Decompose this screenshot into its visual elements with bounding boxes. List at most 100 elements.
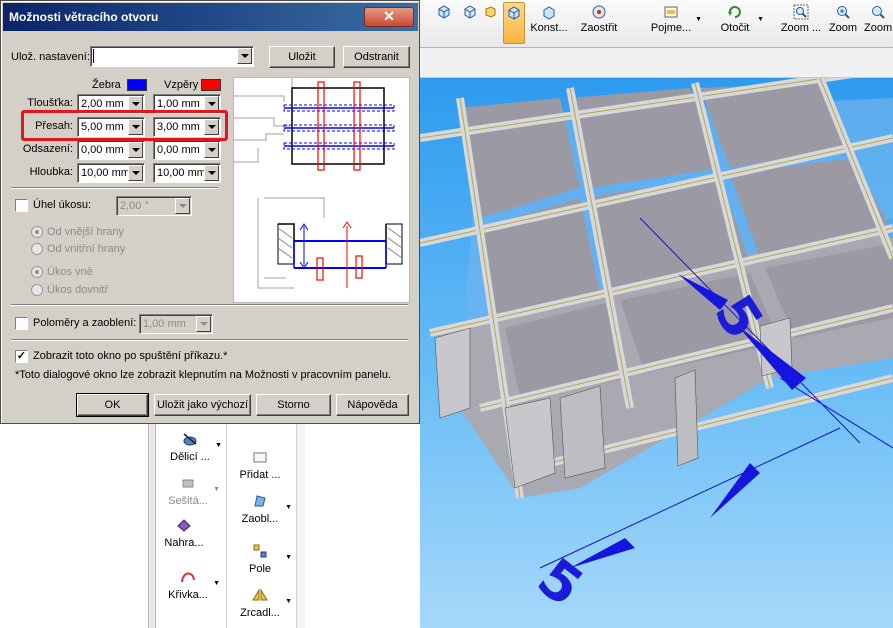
- panel-edge: [296, 424, 305, 628]
- radii-label: Poloměry a zaoblení:: [33, 317, 137, 329]
- cancel-button[interactable]: Storno: [256, 394, 331, 416]
- draft-in-label: Úkos dovnitř: [47, 284, 109, 296]
- depth-struts-combo[interactable]: 10,00 mm: [153, 163, 221, 183]
- 3d-viewport[interactable]: 5 5: [420, 78, 893, 628]
- construction-label: Konst...: [530, 22, 568, 34]
- focus-button[interactable]: Zaostřit: [578, 2, 620, 44]
- chevron-down-icon[interactable]: ▼: [757, 16, 764, 23]
- name-view-button[interactable]: Pojme... ▼: [650, 2, 702, 44]
- draft-from-outer-radio[interactable]: [31, 226, 43, 238]
- ribs-header: Žebra: [92, 79, 121, 91]
- view-cube-button-2[interactable]: [458, 2, 482, 44]
- draft-angle-combo[interactable]: 2,00 °: [116, 196, 192, 216]
- chevron-down-icon[interactable]: [204, 165, 219, 181]
- radii-checkbox[interactable]: [15, 317, 28, 330]
- mirror-tool[interactable]: Zrcadl... ▼: [230, 586, 292, 619]
- zoom-fit-button[interactable]: Zoom: [864, 2, 892, 44]
- draft-angle-label: Úhel úkosu:: [33, 199, 92, 211]
- separator: [11, 339, 408, 341]
- curve-tool[interactable]: Křivka... ▼: [158, 568, 220, 601]
- mirror-label: Zrcadl...: [240, 607, 280, 619]
- mirror-icon: [252, 588, 268, 601]
- focus-label: Zaostřit: [580, 22, 618, 34]
- checkmark-icon: ✓: [16, 350, 27, 362]
- view-cube-button-1[interactable]: [432, 2, 456, 44]
- struts-color-swatch: [201, 79, 221, 91]
- chevron-down-icon[interactable]: [128, 142, 143, 158]
- replace-tool[interactable]: Nahra...: [154, 516, 214, 549]
- thickness-label: Tloušťka:: [27, 97, 73, 109]
- chevron-down-icon[interactable]: ▼: [213, 580, 220, 587]
- draft-angle-checkbox[interactable]: [15, 199, 28, 212]
- construction-button[interactable]: Konst...: [528, 2, 570, 44]
- zoom-window-label: Zoom ...: [780, 22, 822, 34]
- chevron-down-icon[interactable]: ▼: [285, 504, 292, 511]
- radii-combo[interactable]: 1,00 mm: [139, 314, 213, 334]
- draft-from-inner-radio[interactable]: [31, 243, 43, 255]
- offset-ribs-value: 0,00 mm: [81, 144, 124, 156]
- offset-ribs-combo[interactable]: 0,00 mm: [77, 140, 145, 160]
- remove-button[interactable]: Odstranit: [343, 46, 410, 68]
- zoom-button[interactable]: Zoom: [826, 2, 860, 44]
- grille-model: 5 5: [420, 78, 893, 619]
- zoom-window-icon: [793, 4, 809, 20]
- offset-struts-combo[interactable]: 0,00 mm: [153, 140, 221, 160]
- secondary-toolbar: [420, 48, 893, 78]
- chevron-down-icon[interactable]: ▼: [213, 486, 220, 493]
- chevron-down-icon[interactable]: [237, 48, 252, 64]
- split-tool[interactable]: Dělicí ... ▼: [160, 430, 222, 463]
- ok-button[interactable]: OK: [76, 393, 149, 417]
- chevron-down-icon[interactable]: [128, 165, 143, 181]
- view-cube-icon: [485, 6, 496, 18]
- thickness-ribs-value: 2,00 mm: [81, 98, 124, 110]
- depth-struts-value: 10,00 mm: [157, 167, 206, 179]
- add-label: Přidat ...: [239, 469, 281, 481]
- saved-settings-combo[interactable]: [90, 46, 254, 67]
- close-icon: ✕: [383, 8, 395, 24]
- curve-label: Křivka...: [168, 589, 208, 601]
- diagram-svg: [234, 78, 403, 289]
- fillet-tool[interactable]: Zaobl... ▼: [230, 492, 292, 525]
- close-button[interactable]: ✕: [364, 7, 414, 27]
- chevron-down-icon[interactable]: [175, 198, 190, 214]
- focus-icon: [592, 5, 606, 19]
- stitch-tool[interactable]: Sešitá... ▼: [158, 474, 220, 507]
- zoom-fit-label: Zoom: [864, 22, 893, 34]
- show-on-start-label: Zobrazit toto okno po spuštění příkazu.*: [33, 350, 228, 362]
- column-divider: [226, 424, 227, 628]
- name-view-icon: [664, 6, 678, 18]
- view-cube-button-4[interactable]: [503, 2, 525, 44]
- zoom-fit-icon: [872, 6, 885, 19]
- chevron-down-icon[interactable]: [196, 316, 211, 332]
- draft-from-outer-label: Od vnější hrany: [47, 226, 125, 238]
- save-button[interactable]: Uložit: [269, 46, 335, 68]
- split-icon: [183, 433, 197, 446]
- pattern-tool[interactable]: Pole ▼: [230, 542, 292, 575]
- dialog-titlebar[interactable]: Možnosti větracího otvoru ✕: [3, 3, 418, 31]
- draft-out-radio[interactable]: [31, 266, 43, 278]
- view-cube-active-icon: [508, 6, 520, 20]
- save-default-button[interactable]: Uložit jako výchozí: [154, 394, 251, 416]
- chevron-down-icon[interactable]: ▼: [215, 442, 222, 449]
- add-tool[interactable]: Přidat ...: [230, 448, 290, 481]
- draft-in-radio[interactable]: [31, 284, 43, 296]
- chevron-down-icon[interactable]: ▼: [285, 598, 292, 605]
- zoom-icon: [837, 6, 850, 19]
- curve-icon: [181, 572, 195, 583]
- chevron-down-icon[interactable]: ▼: [695, 16, 702, 23]
- show-on-start-checkbox[interactable]: ✓: [15, 350, 28, 363]
- chevron-down-icon[interactable]: [204, 142, 219, 158]
- ribs-color-swatch: [127, 79, 147, 91]
- vent-options-dialog: Možnosti větracího otvoru ✕ Ulož. nastav…: [0, 0, 420, 424]
- zoom-window-button[interactable]: Zoom ...: [780, 2, 822, 44]
- radii-value: 1,00 mm: [143, 318, 186, 330]
- construction-icon: [543, 6, 555, 20]
- chevron-down-icon[interactable]: ▼: [285, 554, 292, 561]
- depth-ribs-combo[interactable]: 10,00 mm: [77, 163, 145, 183]
- rotate-button[interactable]: Otočit ▼: [716, 2, 764, 44]
- pattern-icon: [253, 544, 267, 558]
- name-view-label: Pojme...: [650, 22, 692, 34]
- fillet-icon: [254, 495, 266, 507]
- view-cube-button-3[interactable]: [480, 2, 500, 44]
- help-button[interactable]: Nápověda: [336, 394, 409, 416]
